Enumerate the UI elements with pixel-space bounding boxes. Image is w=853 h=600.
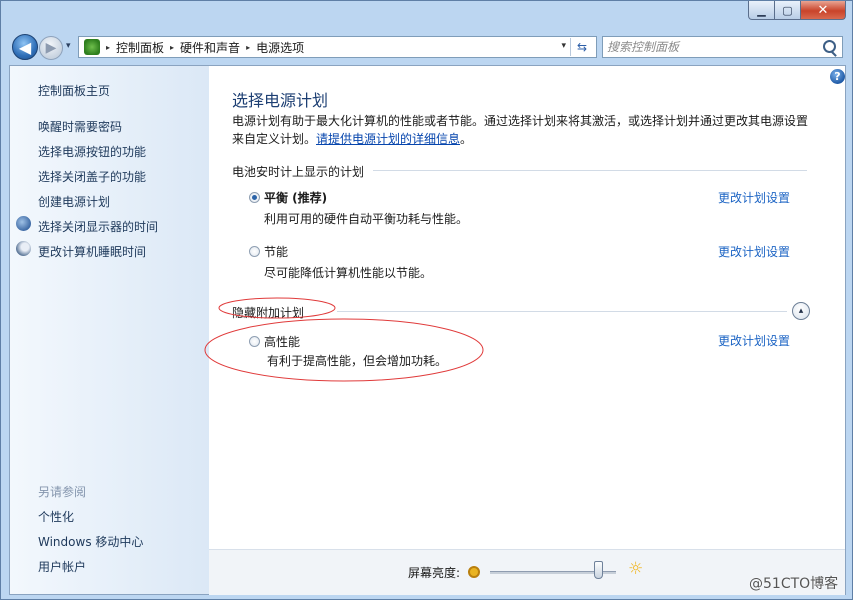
sidebar-link-home[interactable]: 控制面板主页	[38, 82, 110, 99]
sidebar-link-user-accounts[interactable]: 用户帐户	[38, 558, 86, 575]
close-button[interactable]: ✕	[801, 1, 846, 20]
sidebar-link-create-plan[interactable]: 创建电源计划	[38, 193, 110, 210]
address-dropdown-icon[interactable]: ▾	[561, 41, 566, 51]
see-also-header: 另请参阅	[38, 485, 87, 499]
breadcrumb: ▸ 控制面板 ▸ 硬件和声音 ▸ 电源选项	[100, 39, 304, 56]
breadcrumb-item-control-panel[interactable]: 控制面板	[116, 39, 164, 56]
chevron-right-icon[interactable]: ▸	[246, 43, 250, 52]
brightness-slider-thumb[interactable]	[593, 561, 603, 579]
sidebar-link-lid-close[interactable]: 选择关闭盖子的功能	[38, 168, 146, 185]
breadcrumb-item-hardware-sound[interactable]: 硬件和声音	[180, 39, 240, 56]
forward-button[interactable]: ▶	[39, 36, 63, 60]
page-title: 选择电源计划	[232, 91, 329, 110]
sidebar-link-mobility-center[interactable]: Windows 移动中心	[38, 533, 143, 550]
plan-desc-power-saver: 尽可能降低计算机性能以节能。	[264, 266, 433, 280]
page-description: 电源计划有助于最大化计算机的性能或者节能。通过选择计划来将其激活，或选择计划并通…	[232, 112, 817, 148]
refresh-icon[interactable]: ⇆	[570, 38, 593, 56]
plan-name-power-saver[interactable]: 节能	[264, 243, 288, 260]
sidebar-link-personalization[interactable]: 个性化	[38, 508, 74, 525]
minimize-button[interactable]: ▁	[748, 1, 775, 20]
address-bar[interactable]: ▸ 控制面板 ▸ 硬件和声音 ▸ 电源选项 ▾ ⇆	[78, 36, 597, 58]
brightness-dim-icon	[468, 566, 480, 578]
history-dropdown-icon[interactable]: ▾	[66, 41, 71, 51]
control-panel-icon	[84, 39, 100, 55]
window: ▁ ▢ ✕ ◀ ▶ ▾ ▸ 控制面板 ▸ 硬件和声音 ▸ 电源选项 ▾ ⇆ 搜索…	[0, 0, 853, 600]
navigation-bar: ◀ ▶ ▾ ▸ 控制面板 ▸ 硬件和声音 ▸ 电源选项 ▾ ⇆	[1, 31, 852, 63]
help-icon[interactable]: ?	[830, 69, 845, 84]
radio-balanced[interactable]	[249, 192, 260, 203]
section-hidden-plans[interactable]: 隐藏附加计划	[232, 304, 304, 321]
caption-buttons: ▁ ▢ ✕	[748, 1, 846, 21]
main-panel: ? 选择电源计划 电源计划有助于最大化计算机的性能或者节能。通过选择计划来将其激…	[204, 66, 845, 595]
sidebar: 控制面板主页 唤醒时需要密码 选择电源按钮的功能 选择关闭盖子的功能 创建电源计…	[10, 66, 209, 594]
back-button[interactable]: ◀	[12, 34, 38, 60]
plan-name-high-performance[interactable]: 高性能	[264, 333, 300, 350]
radio-power-saver[interactable]	[249, 246, 260, 257]
sidebar-link-display-off[interactable]: 选择关闭显示器的时间	[38, 218, 158, 235]
annotation-ellipse	[204, 318, 484, 382]
search-box[interactable]	[602, 36, 843, 58]
search-input[interactable]	[607, 39, 817, 55]
sidebar-link-sleep-time[interactable]: 更改计算机睡眠时间	[38, 243, 146, 260]
description-end: 。	[460, 132, 473, 146]
section-battery-plans: 电池安时计上显示的计划	[232, 165, 365, 179]
search-icon[interactable]	[823, 40, 836, 53]
breadcrumb-item-power-options[interactable]: 电源选项	[256, 39, 304, 56]
change-settings-power-saver-link[interactable]: 更改计划设置	[718, 243, 790, 260]
plan-details-link[interactable]: 请提供电源计划的详细信息	[316, 132, 460, 146]
chevron-right-icon[interactable]: ▸	[170, 43, 174, 52]
plan-desc-balanced: 利用可用的硬件自动平衡功耗与性能。	[264, 212, 469, 226]
brightness-label: 屏幕亮度:	[408, 566, 461, 580]
sleep-moon-icon	[16, 241, 31, 256]
maximize-button[interactable]: ▢	[775, 1, 801, 20]
display-shield-icon	[16, 216, 31, 231]
brightness-sun-icon: ☼	[628, 559, 644, 579]
sidebar-link-power-buttons[interactable]: 选择电源按钮的功能	[38, 143, 146, 160]
change-settings-high-performance-link[interactable]: 更改计划设置	[718, 332, 790, 349]
sidebar-link-wake-password[interactable]: 唤醒时需要密码	[38, 118, 122, 135]
section-divider	[373, 170, 807, 171]
plan-name-balanced[interactable]: 平衡 (推荐)	[264, 189, 327, 206]
collapse-button[interactable]: ▴	[792, 302, 810, 320]
chevron-right-icon: ▸	[106, 42, 111, 52]
radio-high-performance[interactable]	[249, 336, 260, 347]
section-divider	[337, 311, 787, 312]
change-settings-balanced-link[interactable]: 更改计划设置	[718, 189, 790, 206]
watermark: @51CTO博客	[749, 576, 839, 592]
content-area: 控制面板主页 唤醒时需要密码 选择电源按钮的功能 选择关闭盖子的功能 创建电源计…	[9, 65, 846, 595]
plan-desc-high-performance: 有利于提高性能，但会增加功耗。	[267, 354, 448, 368]
